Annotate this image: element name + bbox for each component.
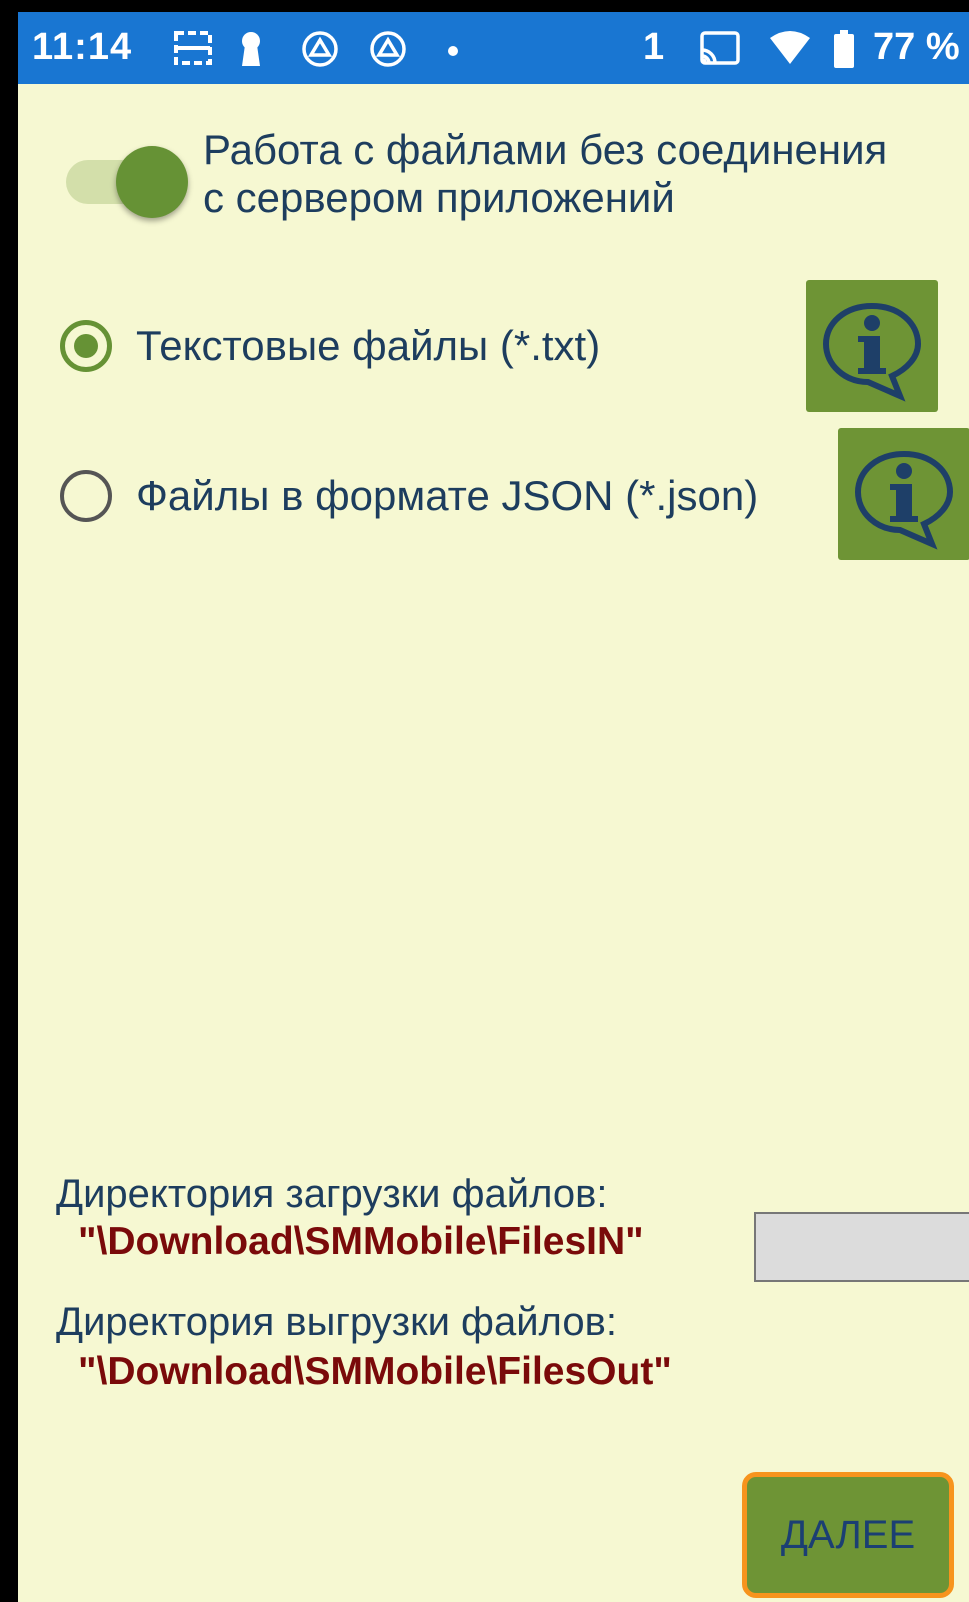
next-button[interactable]: ДАЛЕЕ xyxy=(742,1472,954,1598)
upload-dir-label: Директория загрузки файлов: xyxy=(56,1172,608,1216)
info-icon xyxy=(822,302,922,402)
notification-count: 1 xyxy=(643,26,665,68)
drive-icon xyxy=(300,30,340,73)
keyhole-icon xyxy=(238,30,264,73)
upload-dir-path: "\Download\SMMobile\FilesIN" xyxy=(78,1220,644,1263)
battery-icon xyxy=(833,30,855,73)
toggle-thumb xyxy=(116,146,188,218)
directory-field[interactable] xyxy=(754,1212,969,1282)
info-icon xyxy=(854,450,954,550)
radio-txt-label[interactable]: Текстовые файлы (*.txt) xyxy=(136,322,600,370)
status-time: 11:14 xyxy=(32,26,133,68)
radio-txt-format[interactable] xyxy=(60,320,112,372)
cast-icon xyxy=(698,30,742,73)
offline-mode-label: Работа с файлами без соединения с сервер… xyxy=(203,126,969,222)
next-button-label: ДАЛЕЕ xyxy=(780,1513,916,1557)
more-notifications-dot xyxy=(448,46,458,56)
radio-json-label[interactable]: Файлы в формате JSON (*.json) xyxy=(136,472,758,520)
info-txt-button[interactable] xyxy=(806,280,938,412)
radio-json-format[interactable] xyxy=(60,470,112,522)
offline-mode-label-line2: с сервером приложений xyxy=(203,174,675,221)
app-screen: 11:14 1 77 % Работа с файлами без соедин… xyxy=(18,12,969,1602)
download-dir-label: Директория выгрузки файлов: xyxy=(56,1300,617,1344)
download-dir-path: "\Download\SMMobile\FilesOut" xyxy=(78,1350,672,1393)
status-bar: 11:14 1 77 % xyxy=(18,12,969,84)
info-json-button[interactable] xyxy=(838,428,969,560)
offline-mode-label-line1: Работа с файлами без соединения xyxy=(203,126,888,173)
scanner-icon xyxy=(173,30,213,71)
wifi-icon xyxy=(768,30,812,71)
drive-icon-secondary xyxy=(368,30,408,73)
offline-mode-toggle[interactable] xyxy=(66,140,188,224)
battery-percentage: 77 % xyxy=(873,26,960,68)
